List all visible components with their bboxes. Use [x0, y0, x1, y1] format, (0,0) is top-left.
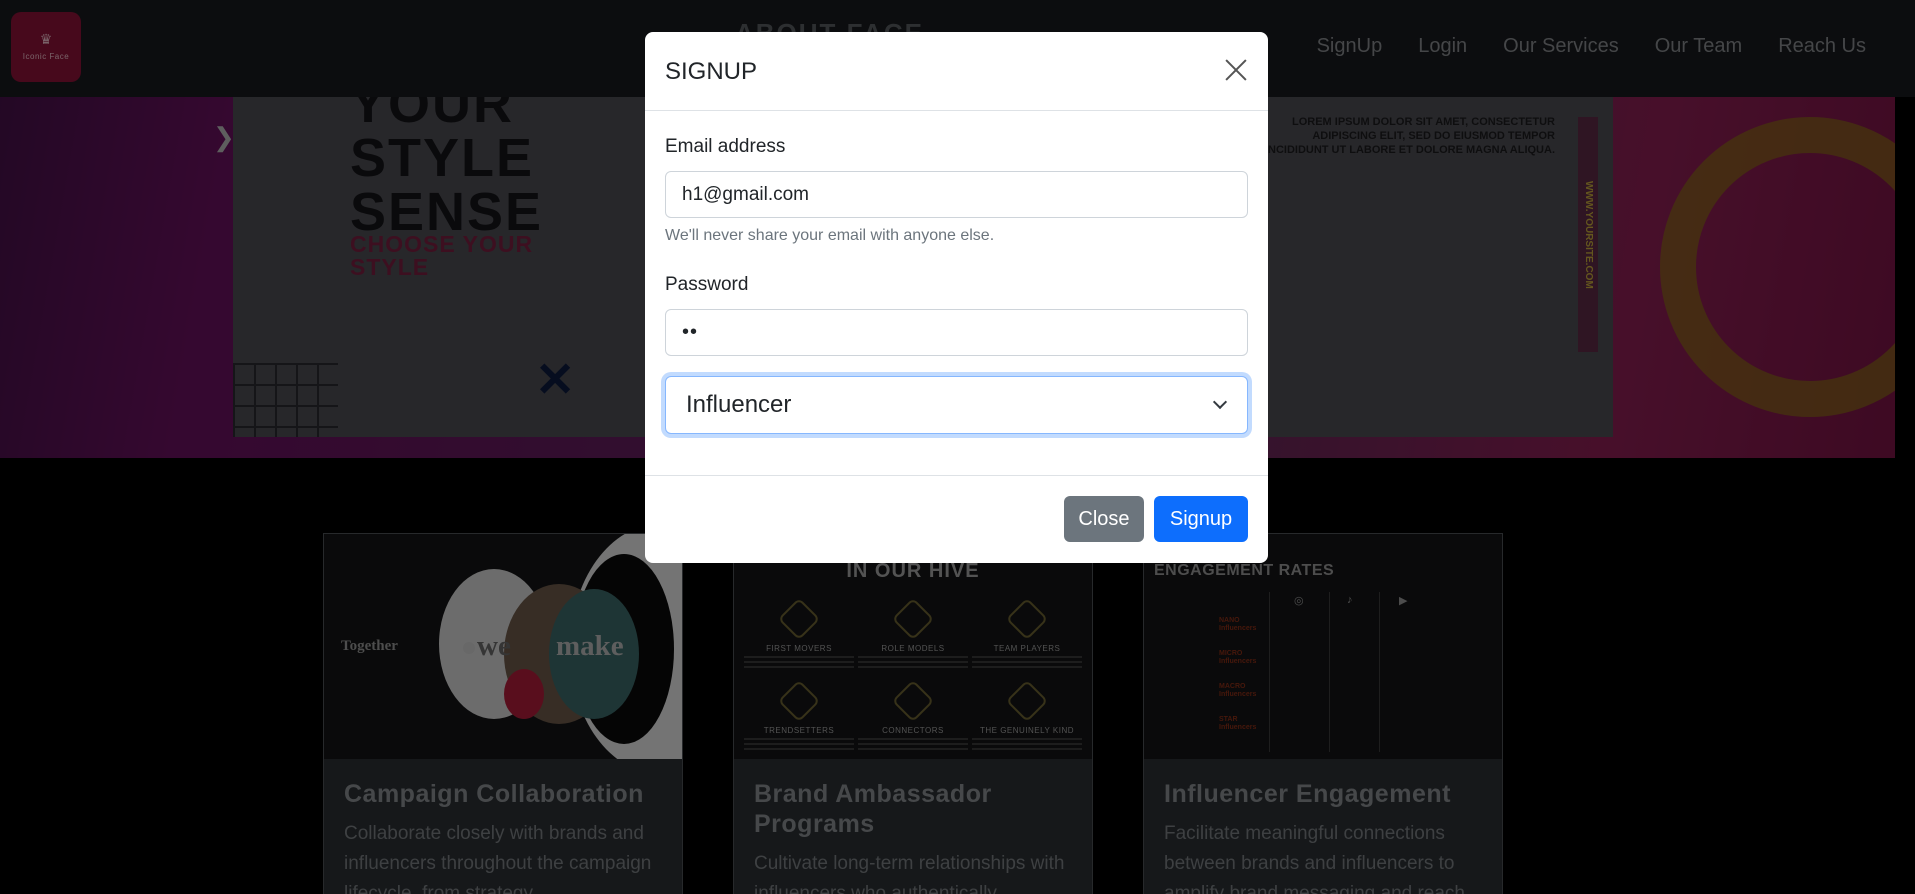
chevron-down-icon — [1213, 397, 1227, 411]
role-select-value: Influencer — [686, 391, 792, 418]
modal-title: SIGNUP — [665, 58, 758, 85]
close-button[interactable]: Close — [1064, 496, 1144, 542]
email-label: Email address — [665, 136, 786, 157]
page: ♛ Iconic Face ABOUT FACE SignUp Login Ou… — [0, 0, 1915, 894]
email-hint: We'll never share your email with anyone… — [665, 227, 995, 244]
password-label: Password — [665, 274, 749, 295]
modal-footer: Close Signup — [645, 475, 1268, 563]
password-field[interactable]: •• — [665, 309, 1248, 356]
role-select[interactable]: Influencer — [665, 376, 1248, 434]
signup-modal: SIGNUP Email address h1@gmail.com We'll … — [645, 32, 1268, 563]
email-field[interactable]: h1@gmail.com — [665, 171, 1248, 218]
modal-header: SIGNUP — [645, 32, 1268, 111]
close-icon[interactable] — [1222, 56, 1250, 84]
signup-button[interactable]: Signup — [1154, 496, 1248, 542]
